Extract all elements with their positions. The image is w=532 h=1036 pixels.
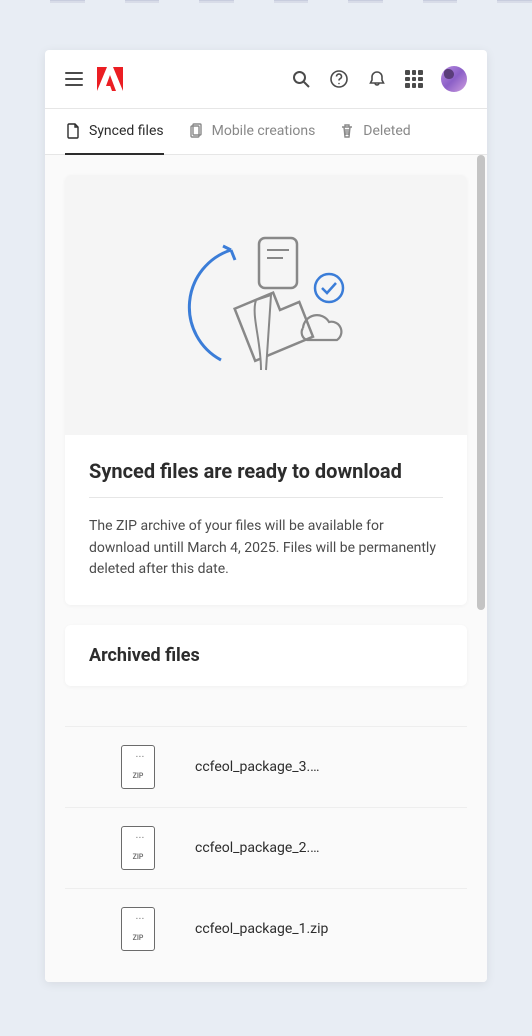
app-window: Synced files Mobile creations Deleted bbox=[45, 50, 487, 982]
zip-icon: ⫶ ZIP bbox=[121, 907, 155, 951]
archived-files-header: Archived files bbox=[65, 625, 467, 686]
file-row[interactable]: ⫶ ZIP ccfeol_package_1.zip bbox=[65, 888, 467, 969]
file-name: ccfeol_package_1.zip bbox=[195, 921, 328, 937]
content-area: Synced files are ready to download The Z… bbox=[45, 155, 487, 982]
apps-icon[interactable] bbox=[405, 70, 423, 88]
help-icon[interactable] bbox=[329, 69, 349, 89]
tab-label: Deleted bbox=[363, 123, 410, 139]
zip-icon: ⫶ ZIP bbox=[121, 745, 155, 789]
scrollbar[interactable] bbox=[477, 155, 485, 982]
adobe-logo bbox=[97, 67, 123, 91]
hero-card: Synced files are ready to download The Z… bbox=[65, 175, 467, 605]
section-title: Archived files bbox=[89, 645, 443, 666]
tab-label: Mobile creations bbox=[212, 123, 316, 139]
tab-mobile-creations[interactable]: Mobile creations bbox=[188, 109, 316, 155]
avatar[interactable] bbox=[441, 66, 467, 92]
file-name: ccfeol_package_2.… bbox=[195, 840, 320, 856]
hero-title: Synced files are ready to download bbox=[89, 459, 443, 483]
top-bar bbox=[45, 50, 487, 109]
file-row[interactable]: ⫶ ZIP ccfeol_package_2.… bbox=[65, 807, 467, 888]
file-row[interactable]: ⫶ ZIP ccfeol_package_3.… bbox=[65, 726, 467, 807]
tab-synced-files[interactable]: Synced files bbox=[65, 109, 164, 155]
search-icon[interactable] bbox=[291, 69, 311, 89]
tab-deleted[interactable]: Deleted bbox=[339, 109, 410, 155]
file-list: ⫶ ZIP ccfeol_package_3.… ⫶ ZIP ccfeol_pa… bbox=[65, 726, 467, 969]
menu-icon[interactable] bbox=[65, 72, 83, 86]
sync-illustration bbox=[65, 175, 467, 435]
browser-tab-strip bbox=[0, 0, 532, 8]
zip-icon: ⫶ ZIP bbox=[121, 826, 155, 870]
tabs: Synced files Mobile creations Deleted bbox=[45, 109, 487, 155]
tab-label: Synced files bbox=[89, 123, 164, 139]
hero-description: The ZIP archive of your files will be av… bbox=[89, 516, 443, 581]
bell-icon[interactable] bbox=[367, 69, 387, 89]
file-name: ccfeol_package_3.… bbox=[195, 759, 320, 775]
